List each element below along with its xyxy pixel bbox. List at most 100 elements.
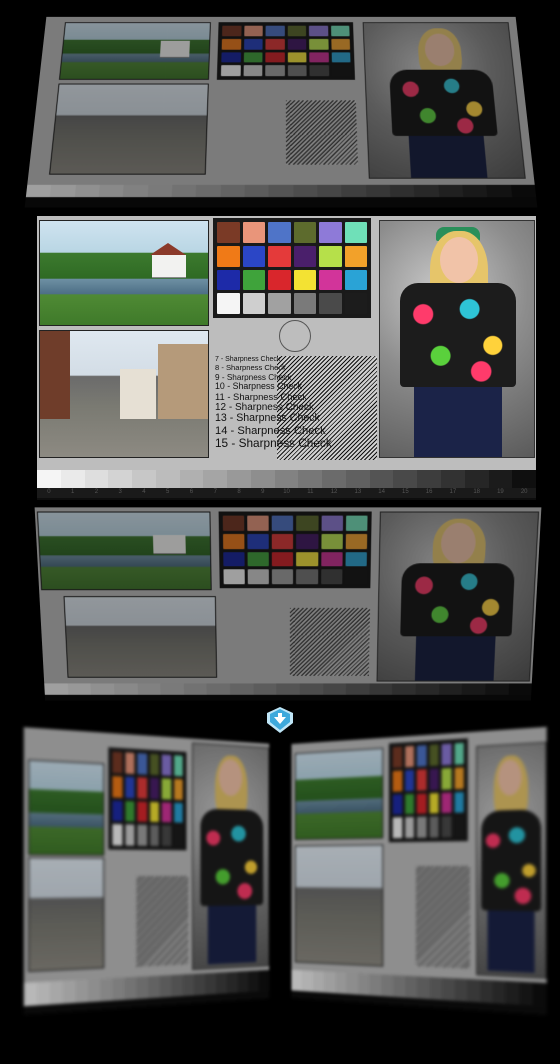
gray-step bbox=[74, 184, 100, 198]
ruler-number: 8 bbox=[237, 489, 241, 495]
gray-step bbox=[159, 975, 172, 998]
gray-step bbox=[75, 979, 88, 1003]
test-chart: 7 - Sharpness Check 8 - Sharpness Check 9 … bbox=[37, 216, 536, 470]
sharpness-label: 8 - Sharpness Check bbox=[215, 363, 286, 372]
gray-step bbox=[50, 184, 76, 198]
checker-patch bbox=[242, 269, 265, 291]
gray-step bbox=[205, 972, 217, 995]
gray-step bbox=[62, 980, 76, 1004]
checker-patch bbox=[222, 515, 245, 531]
gray-step bbox=[488, 470, 513, 490]
checker-patch bbox=[345, 551, 367, 567]
checker-patch bbox=[319, 269, 342, 291]
gray-step bbox=[416, 976, 430, 1000]
gray-step bbox=[417, 470, 442, 490]
ruler-number: 4 bbox=[142, 489, 146, 495]
ruler-number: 12 bbox=[330, 489, 338, 495]
gray-step bbox=[258, 969, 270, 992]
ruler-number: 9 bbox=[261, 489, 265, 495]
checker-patch bbox=[265, 51, 285, 63]
gray-step bbox=[335, 972, 347, 994]
checker-patch bbox=[320, 569, 343, 585]
gray-step bbox=[392, 975, 405, 998]
gray-ramp bbox=[25, 184, 537, 198]
gray-step bbox=[25, 184, 52, 198]
center-circle bbox=[279, 320, 311, 352]
landscape-photo bbox=[28, 759, 105, 856]
checker-patch bbox=[287, 38, 307, 50]
gray-step bbox=[392, 683, 416, 695]
gray-step bbox=[492, 980, 506, 1005]
test-chart bbox=[34, 507, 542, 684]
checker-patch bbox=[272, 569, 294, 585]
gray-step bbox=[381, 974, 393, 997]
gray-step bbox=[357, 973, 370, 996]
gray-step bbox=[438, 683, 463, 695]
checker-patch bbox=[319, 245, 342, 267]
checker-patch bbox=[293, 245, 316, 267]
gray-step bbox=[404, 975, 417, 999]
test-chart bbox=[27, 16, 535, 185]
checker-patch bbox=[416, 792, 427, 815]
gray-step bbox=[230, 683, 254, 695]
gray-step bbox=[369, 973, 382, 997]
checker-patch bbox=[296, 569, 318, 585]
ruler-number: 6 bbox=[189, 489, 194, 495]
checker-patch bbox=[344, 245, 367, 267]
street-photo bbox=[294, 844, 384, 967]
sharpness-label: 13 - Sharpness Check bbox=[215, 412, 320, 424]
gray-step bbox=[341, 184, 366, 198]
checker-patch bbox=[287, 65, 307, 77]
checker-patch bbox=[429, 792, 439, 814]
color-checker bbox=[213, 218, 371, 318]
gray-step bbox=[413, 184, 439, 198]
checker-patch bbox=[344, 222, 367, 243]
checker-patch bbox=[247, 533, 270, 549]
checker-patch bbox=[173, 778, 183, 800]
checker-patch bbox=[345, 533, 368, 549]
down-arrow-icon[interactable] bbox=[263, 705, 297, 735]
checker-patch bbox=[330, 38, 351, 50]
color-checker bbox=[108, 747, 187, 851]
checker-patch bbox=[404, 769, 414, 791]
gray-step bbox=[49, 980, 63, 1005]
gray-step bbox=[298, 470, 323, 490]
gray-step bbox=[203, 470, 228, 490]
color-checker bbox=[218, 511, 372, 589]
checker-patch bbox=[272, 533, 294, 549]
checker-patch bbox=[242, 222, 265, 243]
gray-step bbox=[244, 184, 269, 198]
gray-step bbox=[393, 470, 418, 490]
ruler-number: 7 bbox=[213, 489, 217, 495]
checker-patch bbox=[416, 816, 427, 838]
checker-patch bbox=[392, 746, 402, 768]
gray-step bbox=[268, 184, 294, 198]
sharpness-lines bbox=[289, 607, 370, 676]
gray-step bbox=[160, 683, 184, 695]
ruler-number: 3 bbox=[118, 489, 122, 495]
gray-step bbox=[519, 981, 533, 1006]
checker-patch bbox=[149, 753, 159, 775]
ruler-number: 11 bbox=[307, 489, 314, 495]
street-photo bbox=[49, 83, 209, 175]
gray-step bbox=[369, 470, 394, 490]
gray-step bbox=[510, 184, 537, 198]
sharpness-labels: 7 - Sharpness Check 8 - Sharpness Check 9 … bbox=[215, 356, 332, 450]
gray-step bbox=[302, 970, 314, 992]
sharpness-lines bbox=[136, 875, 189, 967]
gray-step bbox=[253, 683, 277, 695]
checker-patch bbox=[429, 768, 439, 790]
gray-step bbox=[183, 683, 207, 695]
checker-patch bbox=[149, 777, 159, 799]
portrait-photo bbox=[476, 741, 547, 979]
gray-step bbox=[37, 470, 61, 490]
ruler-number: 13 bbox=[354, 489, 362, 495]
checker-patch bbox=[265, 38, 285, 50]
test-image-view-dim bbox=[34, 507, 542, 701]
sharpness-lines bbox=[285, 100, 358, 165]
checker-patch bbox=[454, 815, 464, 838]
gray-step bbox=[437, 184, 464, 198]
gray-step bbox=[112, 977, 125, 1001]
portrait-photo bbox=[376, 511, 540, 682]
checker-patch bbox=[268, 293, 291, 314]
